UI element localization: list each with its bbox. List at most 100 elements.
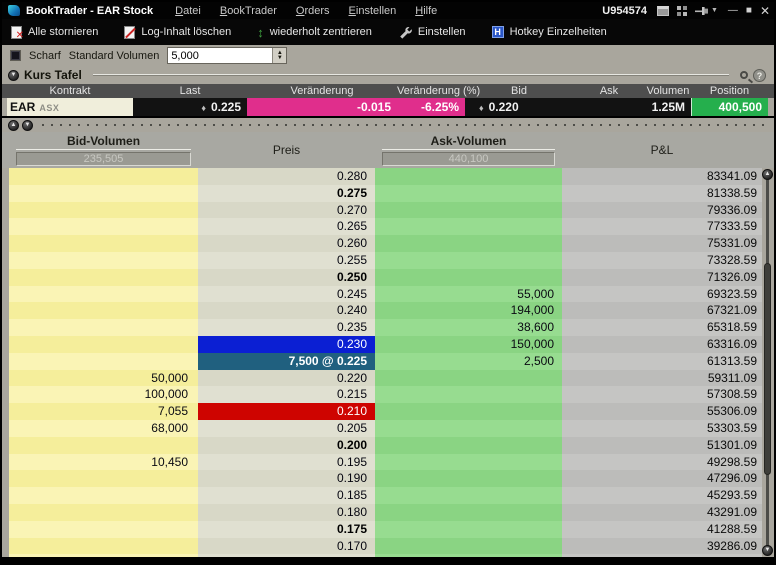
bid-volume-cell[interactable]: 10,450	[9, 454, 198, 471]
bid-volume-cell[interactable]: 68,000	[9, 420, 198, 437]
ask-volume-cell[interactable]: 150,000	[375, 336, 562, 353]
bid-volume-cell[interactable]	[9, 252, 198, 269]
ask-volume-cell[interactable]	[375, 269, 562, 286]
ask-volume-cell[interactable]	[375, 185, 562, 202]
price-cell[interactable]: 0.190	[198, 470, 375, 487]
ask-volume-cell[interactable]	[375, 403, 562, 420]
ask-volume-cell[interactable]	[375, 437, 562, 454]
bid-volume-cell[interactable]	[9, 185, 198, 202]
armed-checkbox[interactable]	[10, 50, 21, 61]
bid-volume-cell[interactable]	[9, 218, 198, 235]
bid-volume-cell[interactable]	[9, 302, 198, 319]
configure-button[interactable]: Einstellen	[398, 25, 466, 39]
hotkey-details-button[interactable]: H Hotkey Einzelheiten	[492, 26, 607, 38]
pin-icon[interactable]: ▼	[695, 6, 718, 16]
bid-volume-cell[interactable]	[9, 538, 198, 555]
ask-volume-cell[interactable]	[375, 521, 562, 538]
ask-volume-cell[interactable]	[375, 218, 562, 235]
price-cell[interactable]: 0.240	[198, 302, 375, 319]
menu-datei[interactable]: Datei	[175, 5, 201, 17]
price-cell[interactable]: 0.280	[198, 168, 375, 185]
ask-volume-cell[interactable]	[375, 504, 562, 521]
price-cell[interactable]: 0.255	[198, 252, 375, 269]
price-cell[interactable]: 0.165	[198, 554, 375, 557]
contract-cell[interactable]: EARASX	[7, 98, 133, 116]
ask-volume-cell[interactable]	[375, 538, 562, 555]
recenter-button[interactable]: ↕ wiederholt zentrieren	[257, 26, 372, 39]
bid-volume-cell[interactable]	[9, 554, 198, 557]
price-cell[interactable]: 0.250	[198, 269, 375, 286]
ask-volume-cell[interactable]	[375, 487, 562, 504]
price-cell[interactable]: 0.175	[198, 521, 375, 538]
bid-volume-cell[interactable]	[9, 504, 198, 521]
bid-volume-cell[interactable]	[9, 202, 198, 219]
price-cell[interactable]: 7,500 @ 0.225	[198, 353, 375, 370]
ask-volume-cell[interactable]	[375, 235, 562, 252]
bid-volume-cell[interactable]	[9, 286, 198, 303]
bid-volume-cell[interactable]: 7,055	[9, 403, 198, 420]
scrollbar-thumb[interactable]	[764, 263, 771, 475]
maximize-button[interactable]: ■	[746, 6, 752, 16]
minimize-button[interactable]: —	[728, 6, 738, 16]
price-cell[interactable]: 0.210	[198, 403, 375, 420]
bid-volume-cell[interactable]: 100,000	[9, 386, 198, 403]
menu-booktrader[interactable]: BookTrader	[220, 5, 277, 17]
splitter-up-button[interactable]: ▲	[8, 120, 19, 131]
clear-log-button[interactable]: Log-Inhalt löschen	[124, 26, 231, 39]
splitter-down-button[interactable]: ▼	[22, 120, 33, 131]
ask-volume-cell[interactable]: 194,000	[375, 302, 562, 319]
price-cell[interactable]: 0.185	[198, 487, 375, 504]
price-cell[interactable]: 0.205	[198, 420, 375, 437]
scroll-down-button[interactable]: ▼	[762, 545, 773, 556]
price-cell[interactable]: 0.170	[198, 538, 375, 555]
bid-volume-cell[interactable]	[9, 353, 198, 370]
size-spinner[interactable]: ▲▼	[272, 48, 286, 63]
price-cell[interactable]: 0.200	[198, 437, 375, 454]
zoom-icon[interactable]	[740, 71, 748, 79]
ask-volume-cell[interactable]	[375, 202, 562, 219]
menu-hilfe[interactable]: Hilfe	[415, 5, 437, 17]
price-cell[interactable]: 0.265	[198, 218, 375, 235]
ask-volume-cell[interactable]	[375, 252, 562, 269]
pin-dropdown-caret[interactable]: ▼	[711, 7, 718, 14]
price-cell[interactable]: 0.270	[198, 202, 375, 219]
collapse-panel-button[interactable]: ▼	[8, 70, 19, 81]
price-cell[interactable]: 0.195	[198, 454, 375, 471]
bid-volume-cell[interactable]	[9, 235, 198, 252]
close-button[interactable]: ✕	[760, 6, 770, 16]
ask-volume-cell[interactable]: 38,600	[375, 319, 562, 336]
cancel-all-button[interactable]: ✕ Alle stornieren	[11, 26, 98, 39]
ask-volume-cell[interactable]	[375, 420, 562, 437]
price-cell[interactable]: 0.245	[198, 286, 375, 303]
bid-volume-cell[interactable]	[9, 336, 198, 353]
help-icon[interactable]: ?	[753, 69, 766, 82]
bid-volume-cell[interactable]	[9, 319, 198, 336]
ask-volume-cell[interactable]: 2,500	[375, 353, 562, 370]
default-size-value[interactable]: 5,000	[168, 48, 272, 63]
ask-volume-cell[interactable]	[375, 386, 562, 403]
price-cell[interactable]: 0.215	[198, 386, 375, 403]
ask-volume-cell[interactable]: 55,000	[375, 286, 562, 303]
ask-volume-cell[interactable]	[375, 470, 562, 487]
bid-volume-cell[interactable]	[9, 269, 198, 286]
default-size-input[interactable]: 5,000 ▲▼	[167, 47, 287, 64]
ask-volume-cell[interactable]	[375, 370, 562, 387]
menu-orders[interactable]: Orders	[296, 5, 330, 17]
detach-window-icon[interactable]	[657, 6, 669, 16]
ask-volume-cell[interactable]	[375, 454, 562, 471]
bid-volume-cell[interactable]: 50,000	[9, 370, 198, 387]
price-cell[interactable]: 0.180	[198, 504, 375, 521]
ask-volume-cell[interactable]	[375, 168, 562, 185]
bid-volume-cell[interactable]	[9, 168, 198, 185]
scroll-up-button[interactable]: ▲	[762, 169, 773, 180]
group-windows-icon[interactable]	[676, 5, 688, 17]
menu-einstellen[interactable]: Einstellen	[349, 5, 397, 17]
price-cell[interactable]: 0.275	[198, 185, 375, 202]
bid-volume-cell[interactable]	[9, 521, 198, 538]
price-cell[interactable]: 0.235	[198, 319, 375, 336]
ask-volume-cell[interactable]	[375, 554, 562, 557]
price-cell[interactable]: 0.220	[198, 370, 375, 387]
price-cell[interactable]: 0.230	[198, 336, 375, 353]
bid-volume-cell[interactable]	[9, 437, 198, 454]
price-cell[interactable]: 0.260	[198, 235, 375, 252]
